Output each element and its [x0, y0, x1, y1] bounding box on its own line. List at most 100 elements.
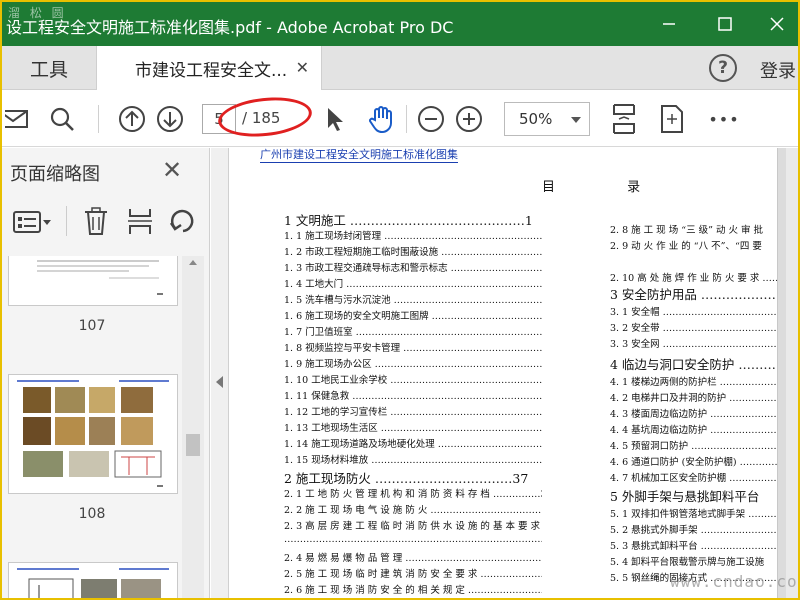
toc-section-entry[interactable]: 1. 10 工地民工业余学校 ………………………………………………………24 [284, 372, 542, 386]
thumbnail-list: 107 108 [2, 256, 182, 598]
delete-page-button[interactable] [82, 206, 110, 240]
hand-tool-button[interactable] [364, 91, 400, 147]
toc-chapter-entry[interactable]: 3 安全防护用品 ……………… [610, 284, 777, 303]
toc-section-entry[interactable]: 4. 7 机械加工区安全防护棚 ………………… [610, 470, 777, 484]
thumbnail-preview [17, 568, 169, 598]
rotate-icon [169, 209, 194, 233]
toc-section-entry[interactable]: 2. 2 施 工 现 场 电 气 设 施 防 火 ……………………………………3… [284, 502, 542, 516]
toc-section-entry[interactable]: 1. 12 工地的学习宣传栏 ………………………………………………………26 [284, 404, 542, 418]
toc-section-entry[interactable]: 4. 5 预留洞口防护 …………………………… [610, 438, 777, 452]
page-thumbnails-panel: 页面缩略图 ✕ 107 108 [2, 148, 210, 598]
toc-section-entry[interactable]: 3. 2 安全带 …………………………………… [610, 320, 777, 334]
close-window-button[interactable] [752, 2, 798, 46]
toc-chapter-entry[interactable]: 5 外脚手架与悬挑卸料平台 [610, 486, 777, 505]
toc-section-entry[interactable]: 2. 1 工 地 防 火 管 理 机 构 和 消 防 资 料 存 档 ……………… [284, 486, 542, 500]
toc-title: 目 录 [542, 180, 675, 195]
toc-section-entry[interactable]: 1. 8 视频监控与平安卡管理 ……………………………………………………21 [284, 340, 542, 354]
toc-section-entry[interactable]: 1. 5 洗车槽与污水沉淀池 ………………………………………………………18 [284, 292, 542, 306]
toc-section-entry[interactable]: 4. 4 基坑周边临边防护 ……………………… [610, 422, 777, 436]
toc-section-entry[interactable]: …………………………………………………………………………………39 [284, 534, 542, 545]
toc-section-entry[interactable]: 2. 9 动 火 作 业 的 “八 不”、“四 要 [610, 238, 777, 252]
toc-chapter-entry[interactable]: 1 文明施工 ……………………………………1 [284, 210, 542, 229]
scrollbar-thumb[interactable] [186, 434, 200, 456]
select-tool-button[interactable] [320, 91, 350, 147]
thumbnail-page[interactable] [8, 374, 178, 494]
document-header: 广州市建设工程安全文明施工标准化图集 [260, 148, 458, 163]
toc-section-entry[interactable]: 4. 3 楼面周边临边防护 ……………………… [610, 406, 777, 420]
toc-section-entry[interactable]: 1. 6 施工现场的安全文明施工图牌 ……………………………………………19 [284, 308, 542, 322]
panel-separator [66, 206, 67, 236]
panel-collapse-bar[interactable] [211, 148, 229, 598]
toc-section-entry[interactable]: 3. 3 安全网 …………………………………… [610, 336, 777, 350]
tab-close-icon[interactable]: ✕ [296, 58, 309, 77]
toc-section-entry[interactable]: 3. 1 安全帽 …………………………………… [610, 304, 777, 318]
hand-icon [369, 106, 392, 134]
title-bar: 溜 松 圆 设工程安全文明施工标准化图集.pdf - Adobe Acrobat… [2, 2, 798, 46]
minimize-button[interactable] [644, 2, 694, 46]
zoom-level-value: 50% [519, 110, 553, 128]
toc-section-entry[interactable]: 1. 2 市政工程短期施工临时围蔽设施 …………………………………………10 [284, 244, 542, 258]
toc-section-entry[interactable]: 1. 1 施工现场封闭管理 ……………………………………………………………1 [284, 228, 542, 242]
thumbnail-page[interactable] [8, 256, 178, 306]
thumbnail-page[interactable] [8, 562, 178, 598]
previous-page-button[interactable] [114, 91, 150, 147]
toc-section-entry[interactable]: 2. 5 施 工 现 场 临 时 建 筑 消 防 安 全 要 求 …………………… [284, 566, 542, 580]
page-insert-icon [128, 209, 152, 234]
toc-section-entry[interactable]: 5. 2 悬挑式外脚手架 ………………………… [610, 522, 777, 536]
toc-section-entry[interactable]: 2. 6 施 工 现 场 消 防 安 全 的 相 关 规 定 ………………………… [284, 582, 542, 596]
tab-document[interactable]: 市建设工程安全文... ✕ [96, 46, 322, 90]
insert-page-button[interactable] [126, 206, 154, 240]
toolbar-separator [406, 105, 407, 133]
help-button[interactable]: ? [709, 54, 737, 82]
toc-section-entry[interactable]: 5. 4 卸料平台限载警示牌与施工设施 [610, 554, 777, 568]
toc-section-entry[interactable]: 1. 7 门卫值班室 …………………………………………………………………20 [284, 324, 542, 338]
thumbnail-preview [37, 260, 163, 295]
toc-section-entry[interactable]: 1. 4 工地大门 ……………………………………………………………………15 [284, 276, 542, 290]
scroll-up-icon[interactable] [189, 260, 197, 265]
tab-document-label: 市建设工程安全文... [135, 60, 288, 81]
scrolling-mode-button[interactable] [606, 91, 642, 147]
login-button[interactable]: 登录 [760, 57, 796, 83]
search-button[interactable] [44, 91, 80, 147]
zoom-in-button[interactable] [452, 91, 486, 147]
document-view[interactable]: 广州市建设工程安全文明施工标准化图集 目 录 1 文明施工 …………………………… [230, 148, 798, 598]
document-scrollbar[interactable] [786, 148, 798, 598]
zoom-in-icon [456, 106, 482, 132]
toc-section-entry[interactable]: 5. 1 双排扣件钢管落地式脚手架 …………… [610, 506, 777, 520]
toc-section-entry[interactable]: 2. 4 易 燃 易 爆 物 品 管 理 …………………………………………………… [284, 550, 542, 564]
toc-section-entry[interactable]: 1. 9 施工现场办公区 ……………………………………………………………22 [284, 356, 542, 370]
panel-title: 页面缩略图 [10, 164, 100, 185]
maximize-button[interactable] [700, 2, 750, 46]
toolbar-separator [98, 105, 99, 133]
thumbnail-options-button[interactable] [12, 208, 54, 240]
fit-page-icon [661, 105, 683, 133]
toc-right-column: 2. 8 施 工 现 场 “三 级” 动 火 审 批 2. 9 动 火 作 业 的… [610, 222, 777, 598]
toc-section-entry[interactable]: 1. 13 工地现场生活区 …………………………………………………………27 [284, 420, 542, 434]
toc-section-entry[interactable]: 2. 8 施 工 现 场 “三 级” 动 火 审 批 [610, 222, 777, 236]
email-button[interactable] [2, 91, 32, 147]
toc-section-entry[interactable]: 1. 3 市政工程交通疏导标志和警示标志 …………………………………………14 [284, 260, 542, 274]
toc-section-entry[interactable]: 1. 15 现场材料堆放 ……………………………………………………………36 [284, 452, 542, 466]
fit-page-button[interactable] [654, 91, 690, 147]
more-icon: ••• [708, 109, 740, 129]
more-tools-button[interactable]: ••• [704, 91, 744, 147]
toc-section-entry[interactable]: 5. 3 悬挑式卸料平台 ………………………… [610, 538, 777, 552]
panel-close-icon[interactable]: ✕ [162, 156, 182, 184]
page-scroll-icon [613, 104, 635, 134]
toc-section-entry[interactable]: 4. 1 楼梯边两侧的防护栏 …………………… [610, 374, 777, 388]
toc-chapter-entry[interactable]: 2 施工现场防火 ……………………………37 [284, 468, 542, 487]
toc-chapter-entry[interactable]: 4 临边与洞口安全防护 ……… [610, 354, 777, 373]
toc-section-entry[interactable]: 2. 3 高 层 房 建 工 程 临 时 消 防 供 水 设 施 的 基 本 要… [284, 518, 542, 532]
acrobat-window: 溜 松 圆 设工程安全文明施工标准化图集.pdf - Adobe Acrobat… [2, 2, 798, 598]
next-page-button[interactable] [152, 91, 188, 147]
toc-section-entry[interactable]: 4. 2 电梯井口及井洞的防护 ………………… [610, 390, 777, 404]
zoom-level-dropdown[interactable]: 50% [504, 102, 590, 136]
zoom-out-button[interactable] [414, 91, 448, 147]
toc-section-entry[interactable]: 2. 10 高 处 施 焊 作 业 防 火 要 求 …… [610, 270, 777, 284]
toc-section-entry[interactable]: 1. 14 施工现场道路及场地硬化处理 …………………………………………35 [284, 436, 542, 450]
rotate-page-button[interactable] [168, 206, 198, 240]
toc-section-entry[interactable]: 1. 11 保健急救 …………………………………………………………………25 [284, 388, 542, 402]
tab-tools[interactable]: 工具 [2, 46, 96, 90]
toc-section-entry[interactable]: 4. 6 通道口防护 (安全防护棚) …………… [610, 454, 777, 468]
thumbnail-scrollbar[interactable] [182, 256, 204, 598]
